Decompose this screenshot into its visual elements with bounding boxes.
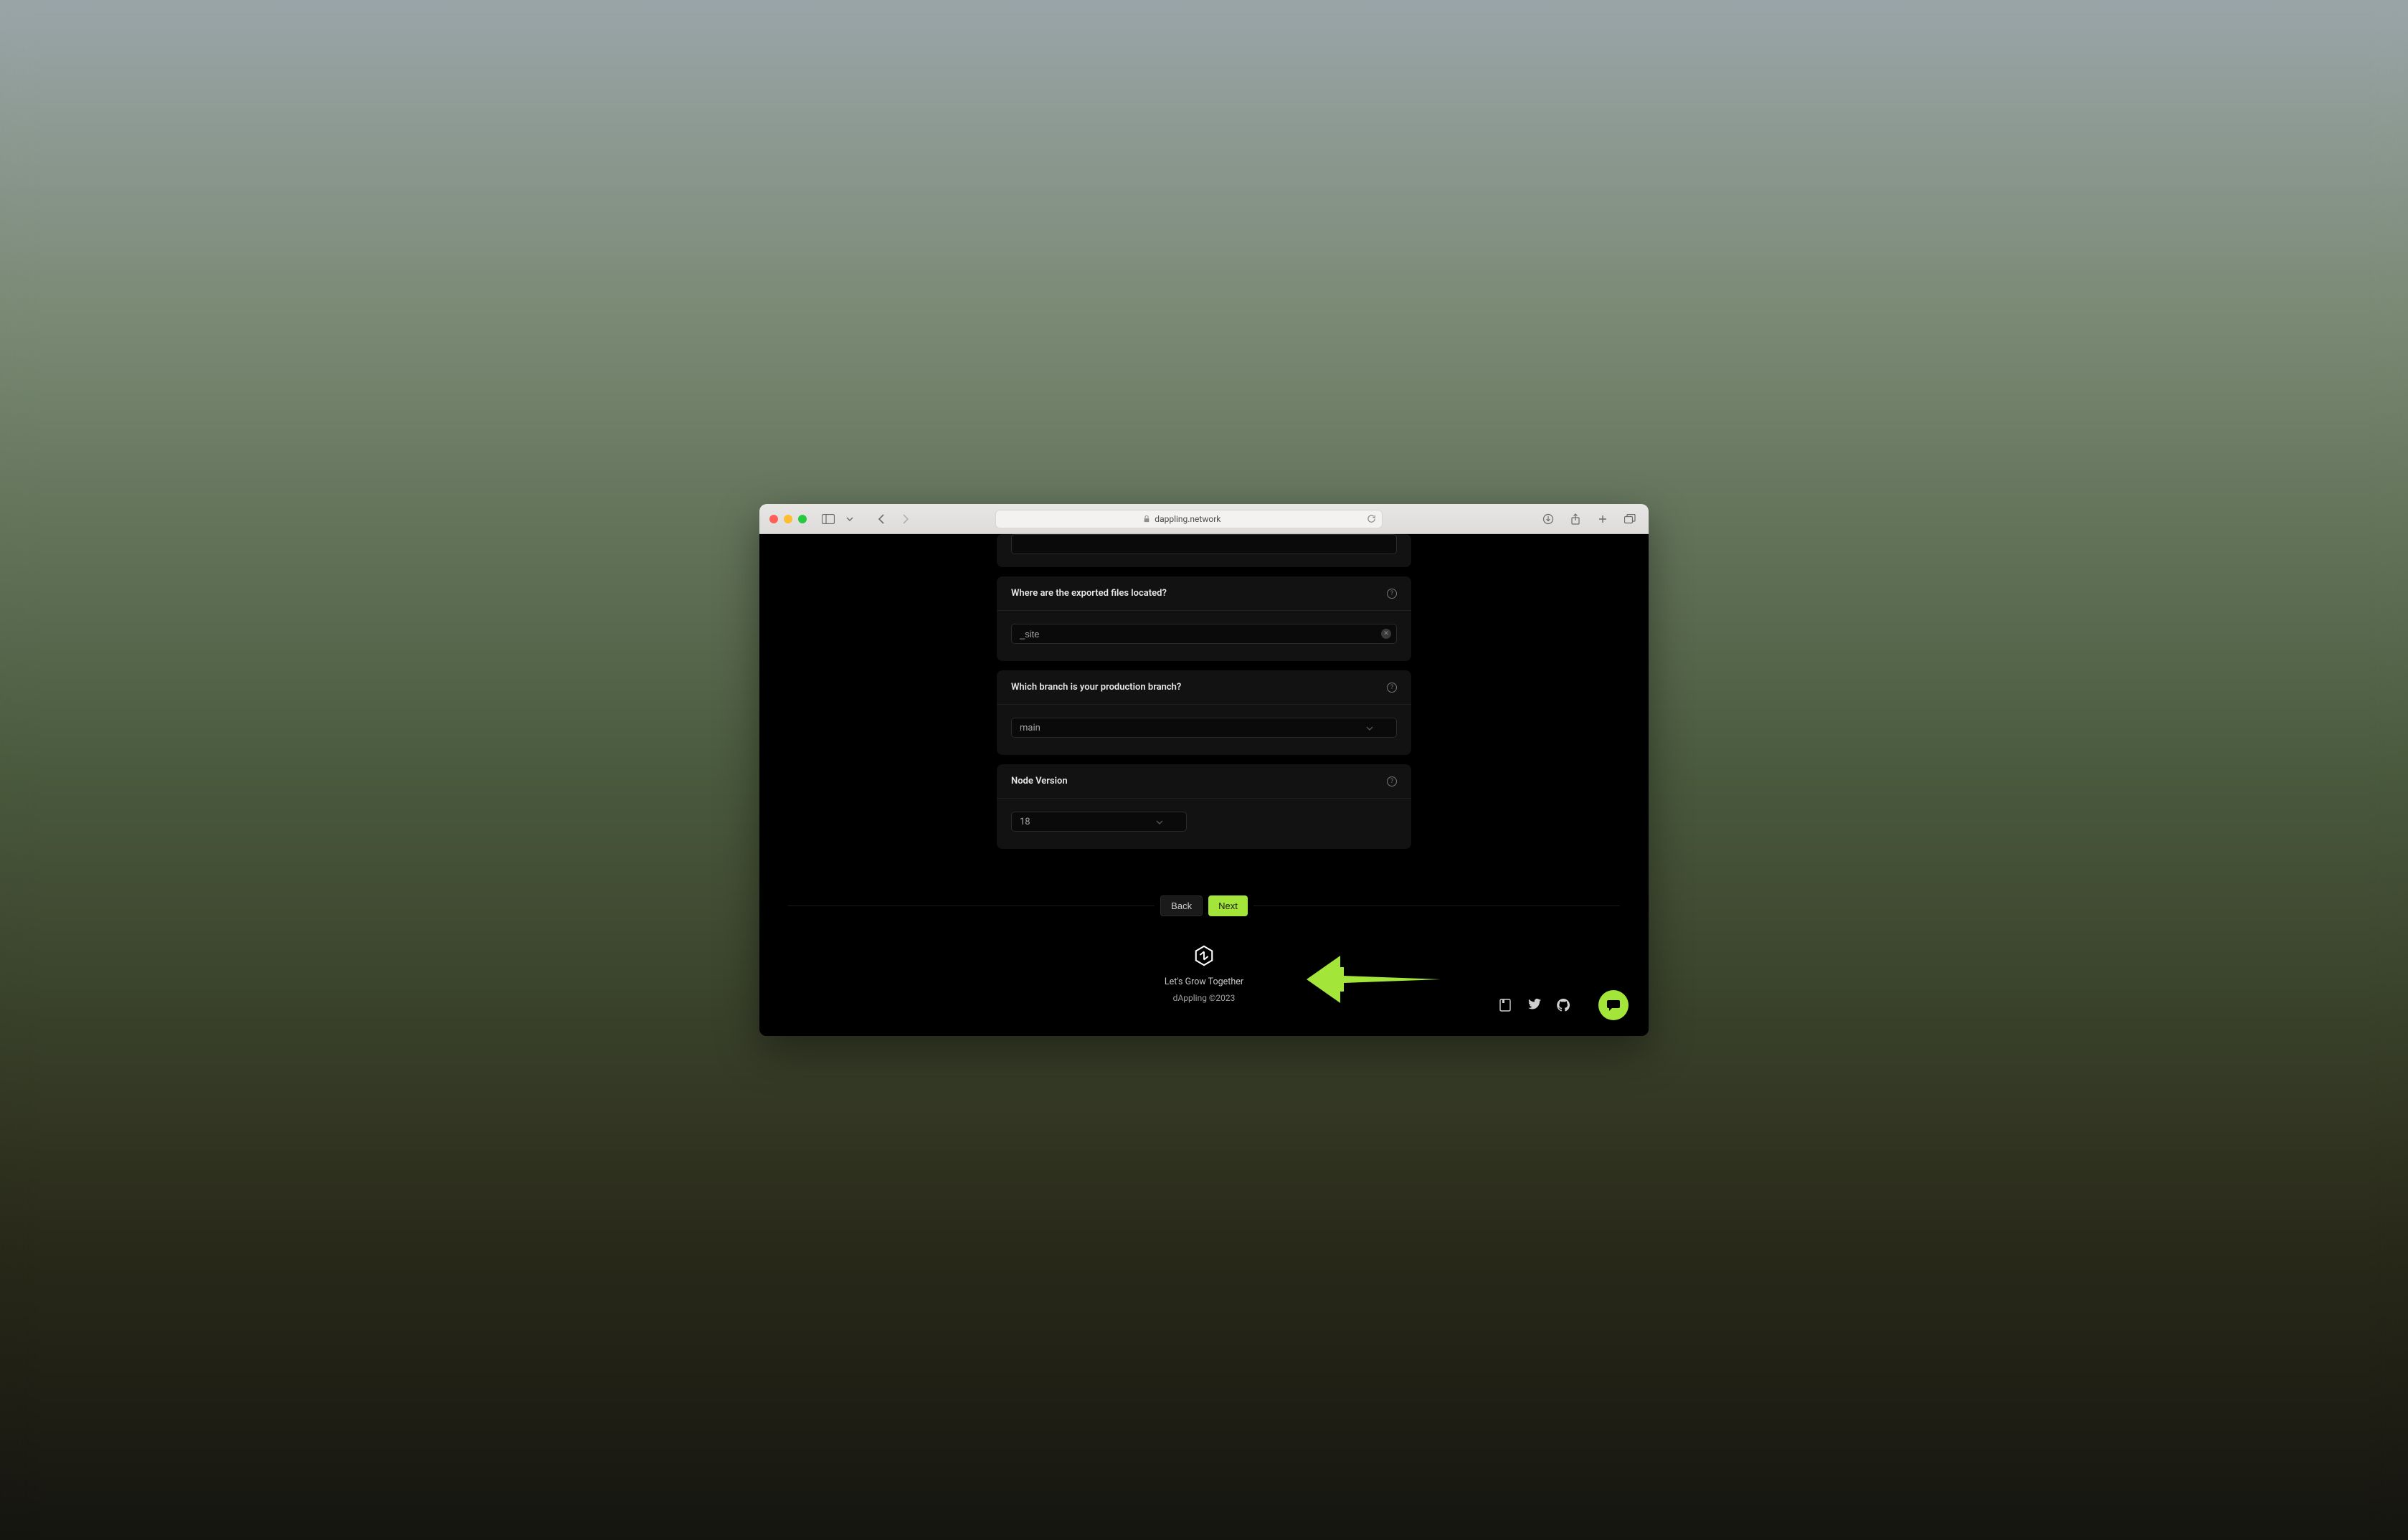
forward-nav-button[interactable] — [897, 510, 914, 528]
card-node-version: Node Version ? 18 — [997, 764, 1411, 849]
maximize-window-button[interactable] — [798, 515, 807, 523]
chevron-down-icon — [1156, 817, 1163, 827]
share-icon[interactable] — [1567, 510, 1584, 528]
action-row: Back Next — [788, 895, 1620, 916]
help-icon[interactable]: ? — [1387, 776, 1397, 786]
sidebar-controls — [820, 510, 858, 528]
card-title-branch: Which branch is your production branch? — [1011, 682, 1181, 693]
card-body-exported: ✕ — [997, 611, 1411, 661]
twitter-icon[interactable] — [1528, 999, 1541, 1012]
partial-input[interactable] — [1011, 534, 1397, 554]
back-button[interactable]: Back — [1160, 895, 1203, 916]
clear-input-icon[interactable]: ✕ — [1381, 629, 1391, 639]
chrome-right-controls — [1540, 510, 1639, 528]
footer-socials — [1499, 999, 1570, 1012]
downloads-icon[interactable] — [1540, 510, 1557, 528]
card-exported-files: Where are the exported files located? ? … — [997, 576, 1411, 661]
browser-chrome: dappling.network — [759, 504, 1649, 534]
minimize-window-button[interactable] — [784, 515, 792, 523]
card-partial-top — [997, 534, 1411, 567]
close-window-button[interactable] — [769, 515, 778, 523]
help-icon[interactable]: ? — [1387, 589, 1397, 599]
back-nav-button[interactable] — [873, 510, 890, 528]
browser-window: dappling.network — [759, 504, 1649, 1036]
card-header-exported: Where are the exported files located? ? — [997, 576, 1411, 611]
input-wrap-partial — [1011, 534, 1397, 554]
chat-icon — [1606, 998, 1621, 1012]
page-content: Where are the exported files located? ? … — [759, 534, 1649, 1036]
url-text: dappling.network — [1155, 514, 1220, 524]
tabs-icon[interactable] — [1621, 510, 1639, 528]
button-group: Back Next — [1155, 895, 1253, 916]
help-icon[interactable]: ? — [1387, 683, 1397, 693]
github-icon[interactable] — [1557, 999, 1570, 1012]
branch-select-value: main — [1020, 723, 1041, 733]
chevron-down-icon[interactable] — [841, 510, 858, 528]
branch-select[interactable]: main — [1011, 718, 1397, 738]
nav-controls — [873, 510, 914, 528]
window-controls — [769, 515, 807, 523]
refresh-icon[interactable] — [1367, 514, 1376, 523]
node-version-value: 18 — [1020, 817, 1030, 827]
lock-icon — [1143, 515, 1150, 523]
card-production-branch: Which branch is your production branch? … — [997, 670, 1411, 755]
card-body-branch: main — [997, 705, 1411, 755]
node-version-select[interactable]: 18 — [1011, 812, 1187, 832]
card-body-node: 18 — [997, 799, 1411, 849]
address-bar[interactable]: dappling.network — [995, 510, 1383, 528]
chevron-down-icon — [1366, 723, 1373, 733]
form-area: Where are the exported files located? ? … — [997, 534, 1411, 858]
next-button[interactable]: Next — [1208, 895, 1248, 916]
new-tab-icon[interactable] — [1594, 510, 1611, 528]
footer-copyright: dAppling ©2023 — [1173, 993, 1236, 1003]
exported-files-input[interactable] — [1011, 624, 1397, 644]
card-title-node: Node Version — [1011, 776, 1068, 786]
docs-icon[interactable] — [1499, 999, 1512, 1012]
card-header-node: Node Version ? — [997, 764, 1411, 799]
sidebar-toggle-icon[interactable] — [820, 510, 837, 528]
dappling-logo-icon — [1193, 945, 1215, 966]
input-wrap-exported: ✕ — [1011, 624, 1397, 644]
chat-fab-button[interactable] — [1598, 990, 1629, 1020]
card-header-branch: Which branch is your production branch? … — [997, 670, 1411, 705]
card-title-exported: Where are the exported files located? — [1011, 588, 1167, 599]
footer-tagline: Let's Grow Together — [1165, 976, 1243, 987]
footer: Let's Grow Together dAppling ©2023 — [759, 945, 1649, 1017]
